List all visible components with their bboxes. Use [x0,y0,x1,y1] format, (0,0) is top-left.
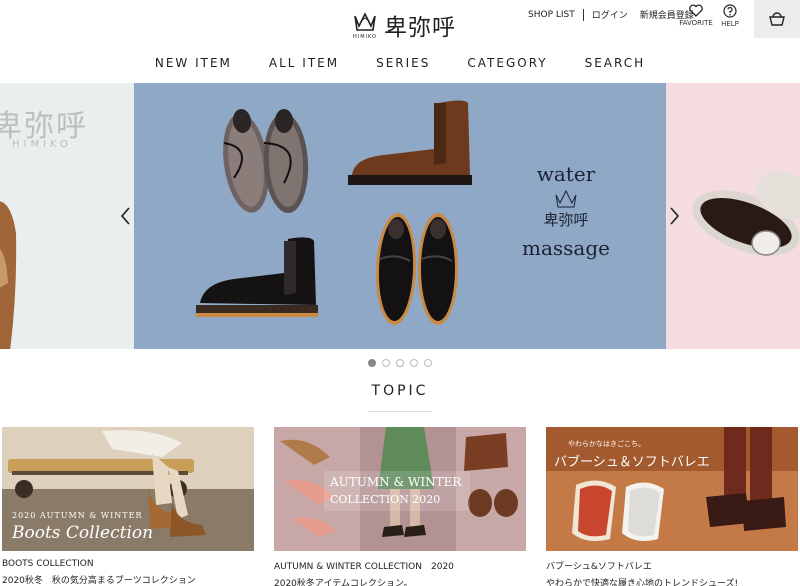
topic-card-boots[interactable]: 2020 AUTUMN & WINTER Boots Collection BO… [2,427,254,586]
divider [582,8,584,21]
card-subtitle: やわらかで快適な履き心地のトレンドシューズ! [546,579,739,586]
card-image-title: Boots Collection [12,523,154,543]
carousel-dot[interactable] [382,359,390,367]
hero-carousel: 卑弥呼 HIMIKO water 卑弥呼 massage [0,83,800,349]
topic-card-image[interactable]: やわらかなはきごこち。 バブーシュ＆ソフトバレエ [546,427,798,551]
ring-text-bottom: massage [522,236,610,260]
carousel-dot[interactable] [424,359,432,367]
card-subtitle: 2020秋冬 秋の気分高まるブーツコレクション [2,576,196,586]
card-title[interactable]: バブーシュ&ソフトバレエ [546,559,798,572]
carousel-dot[interactable] [410,359,418,367]
topic-divider [368,411,432,412]
topic-heading: TOPIC [371,383,429,399]
card-image-caption: AUTUMN & WINTER [330,475,462,489]
shop-list-link[interactable]: SHOP LIST [522,10,581,20]
nav-all-item[interactable]: ALL ITEM [269,56,339,76]
card-image-title: バブーシュ＆ソフトバレエ [554,455,710,470]
nav-search[interactable]: SEARCH [585,56,646,76]
card-image-caption: やわらかなはきごこち。 [568,440,645,448]
heart-icon [689,4,703,17]
carousel-dot[interactable] [396,359,404,367]
chevron-right-icon [670,207,680,225]
carousel-pagination [368,359,432,367]
ring-text-top: water [537,162,596,186]
carousel-slide-active[interactable]: water 卑弥呼 massage [134,83,666,349]
favorite-button[interactable]: FAVORITE [678,4,714,27]
site-header: HIMIKO 卑弥呼 SHOP LIST ログイン 新規会員登録 FAVORIT… [0,0,800,44]
carousel-slide-next[interactable] [666,83,800,349]
topic-card-autumn-winter[interactable]: AUTUMN & WINTER COLLECTION 2020 AUTUMN &… [274,427,526,586]
nav-category[interactable]: CATEGORY [467,56,547,76]
slide-shoes-image: water 卑弥呼 massage [196,100,610,325]
help-button[interactable]: HELP [712,4,748,28]
carousel-prev-arrow[interactable] [118,205,134,227]
carousel-dot[interactable] [368,359,376,367]
cart-button[interactable] [754,0,800,38]
favorite-label: FAVORITE [679,19,713,27]
main-nav: NEW ITEM ALL ITEM SERIES CATEGORY SEARCH [0,56,800,76]
chevron-left-icon [120,207,130,225]
ring-center-text: 卑弥呼 [543,211,588,229]
nav-new-item[interactable]: NEW ITEM [155,56,232,76]
card-title[interactable]: BOOTS COLLECTION [2,559,254,569]
logo-subtext: HIMIKO [353,34,377,40]
crown-icon: HIMIKO [352,10,378,40]
card-title[interactable]: AUTUMN & WINTER COLLECTION 2020 [274,559,526,572]
help-label: HELP [721,20,739,28]
basket-icon [769,12,785,26]
slide-shoe-image [692,170,800,256]
topic-card-babouche[interactable]: やわらかなはきごこち。 バブーシュ＆ソフトバレエ バブーシュ&ソフトバレエ やわ… [546,427,798,586]
card-subtitle: 2020秋冬アイテムコレクション。 [274,579,413,586]
card-image-title: COLLECTION 2020 [330,493,441,506]
card-image-caption: 2020 AUTUMN & WINTER [12,511,143,520]
login-link[interactable]: ログイン [586,8,634,21]
nav-series[interactable]: SERIES [376,56,430,76]
brand-logo[interactable]: HIMIKO 卑弥呼 [352,8,456,42]
utility-links: SHOP LIST ログイン 新規会員登録 [522,8,700,21]
topic-card-image[interactable]: AUTUMN & WINTER COLLECTION 2020 [274,427,526,551]
logo-wordmark: 卑弥呼 [384,15,456,41]
topic-card-image[interactable]: 2020 AUTUMN & WINTER Boots Collection [2,427,254,551]
help-icon [723,4,737,18]
carousel-next-arrow[interactable] [666,205,682,227]
carousel-slide-prev[interactable]: 卑弥呼 HIMIKO [0,83,134,349]
slide-shoe-image [0,201,17,349]
